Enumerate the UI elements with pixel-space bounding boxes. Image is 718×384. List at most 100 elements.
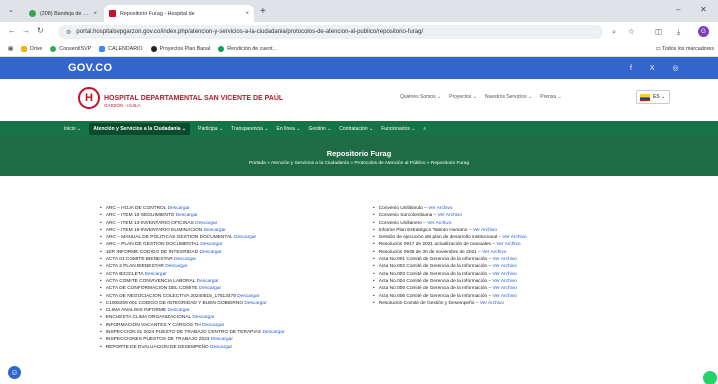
download-link[interactable]: Descargar — [202, 323, 224, 328]
download-link[interactable]: Ver Archivo — [428, 206, 452, 211]
download-link[interactable]: Descargar — [200, 242, 222, 247]
document-title: ACTA BICICLETA — [105, 271, 145, 277]
search-icon[interactable]: ⌕ — [423, 126, 426, 132]
apps-icon[interactable]: ▦ — [8, 46, 13, 52]
document-title: Convenio Unillanero – — [378, 220, 428, 226]
list-item: ACTA DE CONFORMACION DEL COMITE Descarga… — [100, 285, 285, 292]
new-tab-button[interactable]: + — [260, 6, 266, 17]
bookmarks-bar: ▦ Drive ConsentISVP CALENDARIO Proyectos… — [0, 42, 718, 57]
download-link[interactable]: Descargar — [262, 330, 284, 335]
download-link[interactable]: Ver Archivo — [482, 250, 506, 255]
reload-icon[interactable]: ↻ — [37, 26, 44, 35]
hospital-logo[interactable]: H — [78, 87, 100, 109]
list-item: Convenio Unilátinuto – Ver Archivo — [373, 205, 527, 212]
bookmark-proyectos[interactable]: Proyectos Plan Banal — [150, 46, 210, 52]
download-link[interactable]: Descargar — [200, 250, 222, 255]
all-bookmarks-folder[interactable]: ▭ Todos los marcadores — [656, 46, 714, 52]
tab-close-icon[interactable]: × — [245, 11, 249, 17]
nav-atencion[interactable]: Atención y Servicios a la Ciudadanía ⌄ — [89, 122, 191, 135]
download-link[interactable]: Ver Archivo — [493, 279, 517, 284]
nav-en-linea[interactable]: En línea ⌄ — [277, 126, 301, 132]
document-title: ACTA 01 COMITE BIENESTAR — [105, 257, 175, 263]
download-link[interactable]: Descargar — [210, 345, 232, 350]
list-item: C1005209 001 CODIGO DE INTEGRIDAD Y BUEN… — [100, 300, 285, 307]
download-link[interactable]: Descargar — [244, 301, 266, 306]
download-link[interactable]: Descargar — [199, 286, 221, 291]
download-link[interactable]: Descargar — [168, 308, 190, 313]
url-input[interactable]: ⚙ portal.hospitalsvpgarzon.gov.co/index.… — [58, 25, 603, 39]
hospital-location: GARZÓN - HUILA — [104, 103, 141, 108]
list-item: Resolución 0917 de 2021 actualización de… — [373, 241, 527, 248]
download-link[interactable]: Ver Archivo — [480, 301, 504, 306]
list-item: ARC – ITEM 13-INVENTARIO OFICINAS Descar… — [100, 220, 285, 227]
tab-close-icon[interactable]: × — [93, 11, 97, 17]
download-link[interactable]: Ver Archivo — [493, 272, 517, 277]
document-title: ARC – ITEM 10-SEGUIMIENTO — [105, 213, 176, 219]
tab-search-icon[interactable]: ⌄ — [8, 6, 14, 14]
download-link[interactable]: Descargar — [176, 213, 198, 218]
download-link[interactable]: Ver Archivo — [493, 286, 517, 291]
download-link[interactable]: Descargar — [211, 337, 233, 342]
document-title: Informe Plan Estratégico Talento Humano … — [378, 227, 473, 233]
topnav-prensa[interactable]: Prensa ⌄ — [540, 94, 561, 100]
download-icon[interactable]: ⤓ — [677, 27, 680, 37]
nav-transparencia[interactable]: Transparencia ⌄ — [231, 126, 268, 132]
nav-gestion[interactable]: Gestión ⌄ — [308, 126, 331, 132]
whatsapp-icon[interactable] — [703, 371, 717, 384]
download-link[interactable]: Descargar — [237, 294, 259, 299]
bookmark-consentisvp[interactable]: ConsentISVP — [50, 46, 91, 52]
document-title: ARC – MANUAL DE POLITICAS GESTION DOCUME… — [105, 235, 234, 241]
download-link[interactable]: Ver Archivo — [502, 235, 526, 240]
zoom-icon[interactable]: ⌕ — [612, 27, 616, 37]
nav-inicio[interactable]: Inicio ⌄ — [64, 126, 81, 132]
list-item: ARC – PLAN DE GESTION DOCUMENTAL Descarg… — [100, 241, 285, 248]
minimize-icon[interactable]: – — [676, 5, 680, 14]
download-link[interactable]: Ver Archivo — [493, 294, 517, 299]
topnav-proyectos[interactable]: Proyectos ⌄ — [449, 94, 477, 100]
download-link[interactable]: Descargar — [174, 257, 196, 262]
tab-repositorio[interactable]: Repositorio Furag - Hospital de × — [104, 5, 254, 22]
download-link[interactable]: Ver Archivo — [493, 257, 517, 262]
download-link[interactable]: Descargar — [192, 315, 214, 320]
document-title: Acta No.002 Comité de Gerencia de la Inf… — [378, 264, 493, 270]
forward-icon[interactable]: → — [22, 26, 30, 35]
main-nav: Inicio ⌄ Atención y Servicios a la Ciuda… — [0, 121, 718, 136]
nav-funcionarios[interactable]: Funcionarios ⌄ — [381, 126, 415, 132]
tab-gmail[interactable]: (208) Bandeja de entrada | Cor × — [24, 5, 102, 22]
nav-contratacion[interactable]: Contratación ⌄ — [339, 126, 373, 132]
bookmark-star-icon[interactable]: ☆ — [628, 27, 635, 36]
close-window-icon[interactable]: ✕ — [700, 5, 707, 14]
profile-avatar[interactable]: G — [698, 26, 709, 37]
download-link[interactable]: Descargar — [234, 235, 256, 240]
download-link[interactable]: Ver Archivo — [473, 228, 497, 233]
download-link[interactable]: Ver Archivo — [438, 213, 462, 218]
download-link[interactable]: Descargar — [195, 221, 217, 226]
nav-participa[interactable]: Participa ⌄ — [198, 126, 223, 132]
social-icons[interactable]: f X ◎ — [630, 64, 687, 72]
tab-label: Repositorio Furag - Hospital de — [120, 10, 195, 17]
download-link[interactable]: Descargar — [145, 272, 167, 277]
site-info-icon[interactable]: ⚙ — [66, 29, 71, 36]
back-icon[interactable]: ← — [8, 26, 16, 35]
page-banner: Repositorio Furag Portada » Atención y S… — [0, 136, 718, 176]
bookmark-rendicion[interactable]: Rendición de cuent... — [218, 46, 277, 52]
bookmark-calendario[interactable]: CALENDARIO — [99, 46, 143, 52]
extensions-icon[interactable]: ◫ — [655, 27, 662, 36]
gov-logo[interactable]: GOV.CO — [68, 62, 112, 74]
topnav-quienes-somos[interactable]: Quiénes Somos ⌄ — [400, 94, 441, 100]
list-item: ENCUESTA CLIMA ORGANIZACIONAL Descargar — [100, 314, 285, 321]
breadcrumb[interactable]: Portada » Atención y Servicios a la Ciud… — [0, 161, 718, 166]
download-link[interactable]: Descargar — [197, 279, 219, 284]
accessibility-icon[interactable]: ☺ — [8, 366, 21, 379]
download-link[interactable]: Ver Archivo — [496, 242, 520, 247]
download-link[interactable]: Descargar — [204, 228, 226, 233]
download-link[interactable]: Descargar — [168, 206, 190, 211]
document-title: Acta No.005 Comité de Gerencia de la Inf… — [378, 286, 493, 292]
download-link[interactable]: Ver Archivo — [427, 221, 451, 226]
bookmark-drive[interactable]: Drive — [21, 46, 42, 52]
language-select[interactable]: ES ⌄ — [636, 90, 670, 104]
download-link[interactable]: Descargar — [165, 264, 187, 269]
left-document-list: ARC – HOJA DE CONTROL DescargarARC – ITE… — [100, 205, 285, 351]
download-link[interactable]: Ver Archivo — [493, 264, 517, 269]
topnav-servicios[interactable]: Nuestros Servicios ⌄ — [485, 94, 532, 100]
